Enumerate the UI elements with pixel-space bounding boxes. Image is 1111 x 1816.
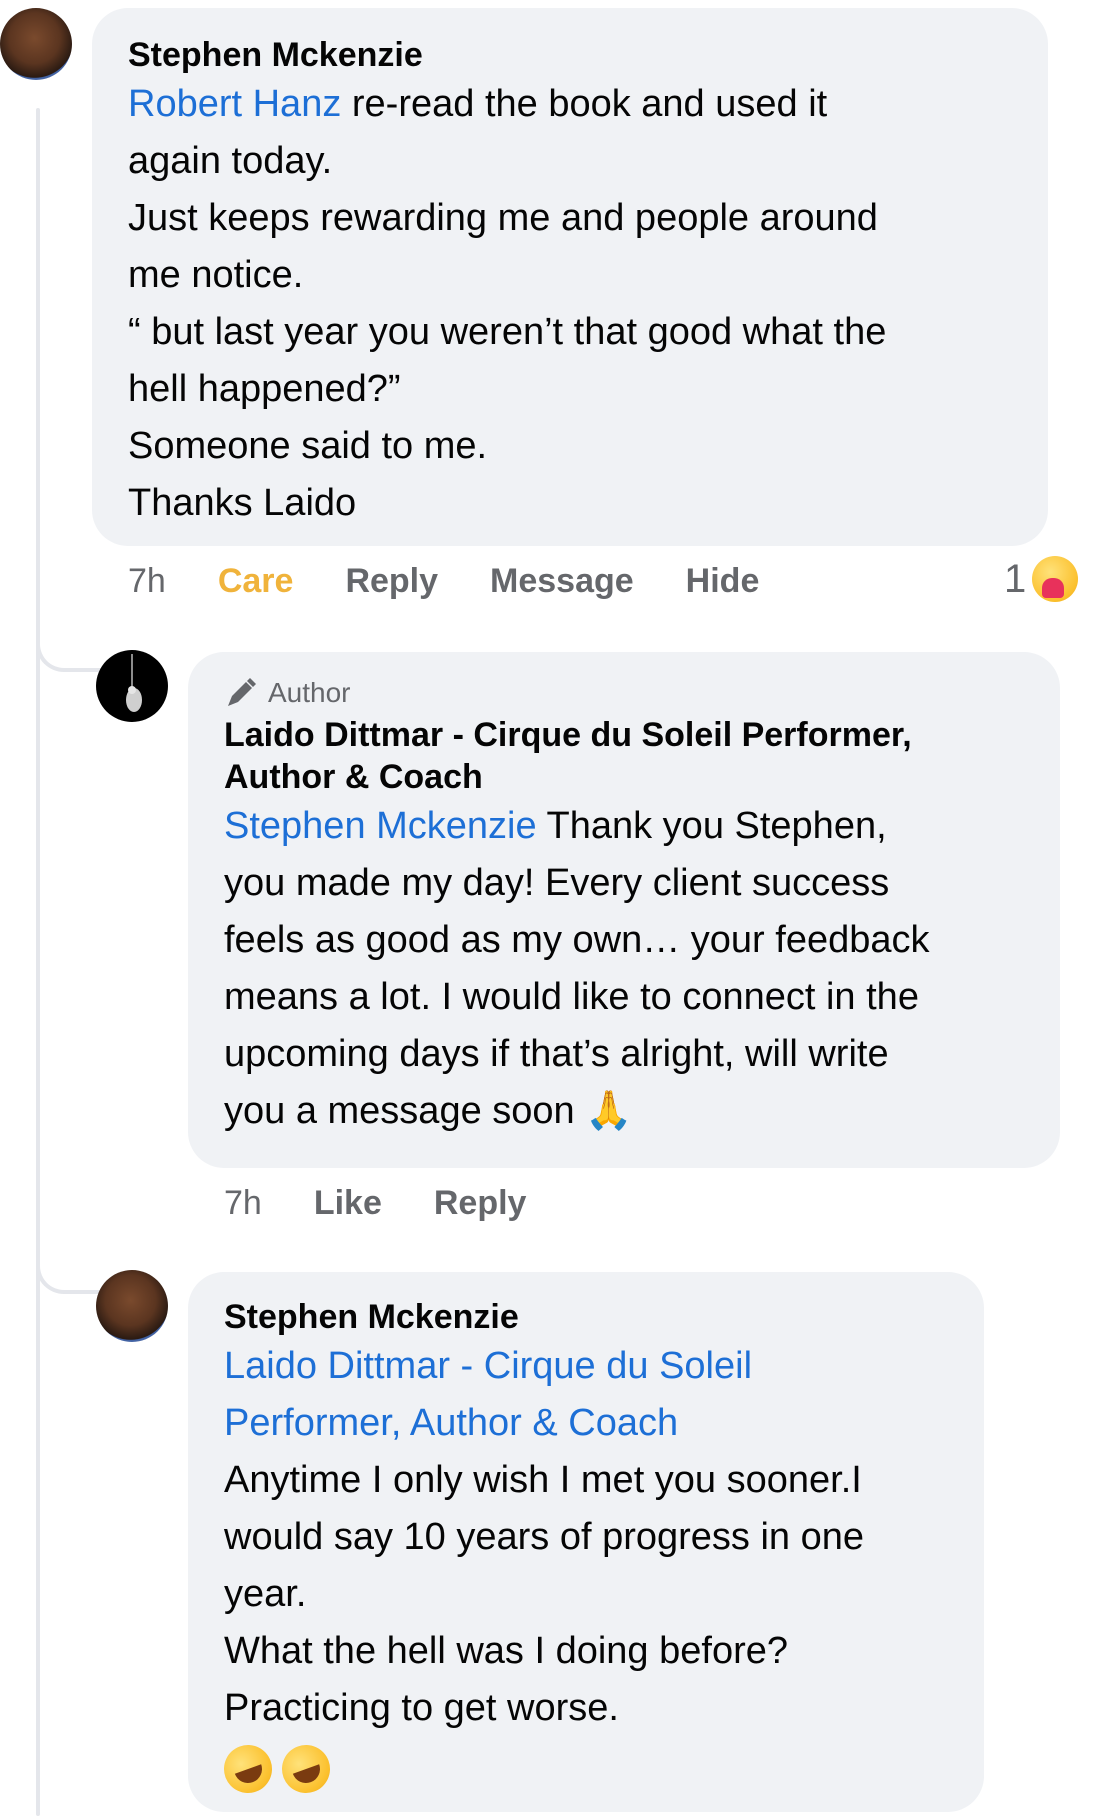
message-button[interactable]: Message (490, 562, 634, 601)
comment-line: Practicing to get worse. (224, 1687, 619, 1729)
comment-line: hell happened?” (128, 368, 401, 410)
comment-line: would say 10 years of progress in one (224, 1516, 865, 1558)
comment-actions: 7h Like Reply (224, 1184, 526, 1223)
reply-button[interactable]: Reply (345, 562, 438, 601)
comment-line: Just keeps rewarding me and people aroun… (128, 197, 878, 239)
reply-button[interactable]: Reply (434, 1184, 527, 1223)
comment-line: Thanks Laido (128, 482, 357, 524)
comment-line: me notice. (128, 254, 304, 296)
comment-bubble: Stephen Mckenzie Robert Hanz re-read the… (92, 8, 1048, 546)
comment-author[interactable]: Laido Dittmar - Cirque du Soleil Perform… (224, 714, 1024, 798)
mention-link[interactable]: Stephen Mckenzie (224, 805, 537, 847)
thread-connector (36, 1250, 102, 1294)
timestamp: 7h (128, 562, 166, 600)
comment-author-line: Laido Dittmar - Cirque du Soleil Perform… (224, 716, 912, 754)
mention-link[interactable]: Laido Dittmar - Cirque du Soleil (224, 1345, 752, 1387)
like-button[interactable]: Like (314, 1184, 382, 1223)
comment-line: “ but last year you weren’t that good wh… (128, 311, 887, 353)
comment-line: re-read the book and used it (341, 83, 828, 125)
rofl-emoji-icon (217, 1738, 279, 1800)
comment-author[interactable]: Stephen Mckenzie (128, 34, 1012, 76)
mention-link[interactable]: Robert Hanz (128, 83, 341, 125)
emoji-row (217, 1738, 948, 1800)
avatar[interactable] (96, 1270, 168, 1342)
care-button[interactable]: Care (218, 562, 294, 601)
thread-line (36, 108, 40, 1816)
mention-link[interactable]: Performer, Author & Coach (224, 1402, 678, 1444)
hide-button[interactable]: Hide (686, 562, 760, 601)
rofl-emoji-icon (275, 1738, 337, 1800)
comment-author[interactable]: Stephen Mckenzie (224, 1296, 948, 1338)
care-emoji-icon (1032, 556, 1079, 602)
comment-line: Thank you Stephen, (536, 805, 887, 847)
comment-bubble: Stephen Mckenzie Laido Dittmar - Cirque … (188, 1272, 984, 1812)
comment-line: Someone said to me. (128, 425, 488, 467)
comment-line: Anytime I only wish I met you sooner.I (224, 1459, 862, 1501)
comment-author-line: Author & Coach (224, 758, 483, 796)
comment-bubble: Author Laido Dittmar - Cirque du Soleil … (188, 652, 1060, 1168)
thread-connector (36, 628, 102, 672)
reaction-summary[interactable]: 1 (1004, 556, 1079, 602)
comment-text: Laido Dittmar - Cirque du Soleil Perform… (224, 1338, 948, 1737)
performer-icon (126, 654, 142, 712)
reaction-count: 1 (1004, 556, 1027, 601)
pray-emoji-icon: 🙏 (585, 1090, 633, 1132)
comment-line: year. (224, 1573, 307, 1615)
comment-line: What the hell was I doing before? (224, 1630, 789, 1672)
comment-text: Stephen Mckenzie Thank you Stephen, you … (224, 798, 1024, 1140)
comment-actions: 7h Care Reply Message Hide (128, 562, 759, 601)
comment-text: Robert Hanz re-read the book and used it… (128, 76, 1012, 532)
comment-line: you a message soon (224, 1090, 586, 1132)
timestamp: 7h (224, 1184, 262, 1222)
avatar[interactable] (0, 8, 72, 80)
pencil-icon (228, 678, 256, 706)
avatar[interactable] (96, 650, 168, 722)
author-badge: Author (224, 676, 1024, 710)
comment-line: upcoming days if that’s alright, will wr… (224, 1033, 889, 1075)
comment-line: means a lot. I would like to connect in … (224, 976, 919, 1018)
comment-line: again today. (128, 140, 333, 182)
author-badge-label: Author (268, 677, 351, 708)
comment-line: feels as good as my own… your feedback (224, 919, 930, 961)
comment-line: you made my day! Every client success (224, 862, 890, 904)
